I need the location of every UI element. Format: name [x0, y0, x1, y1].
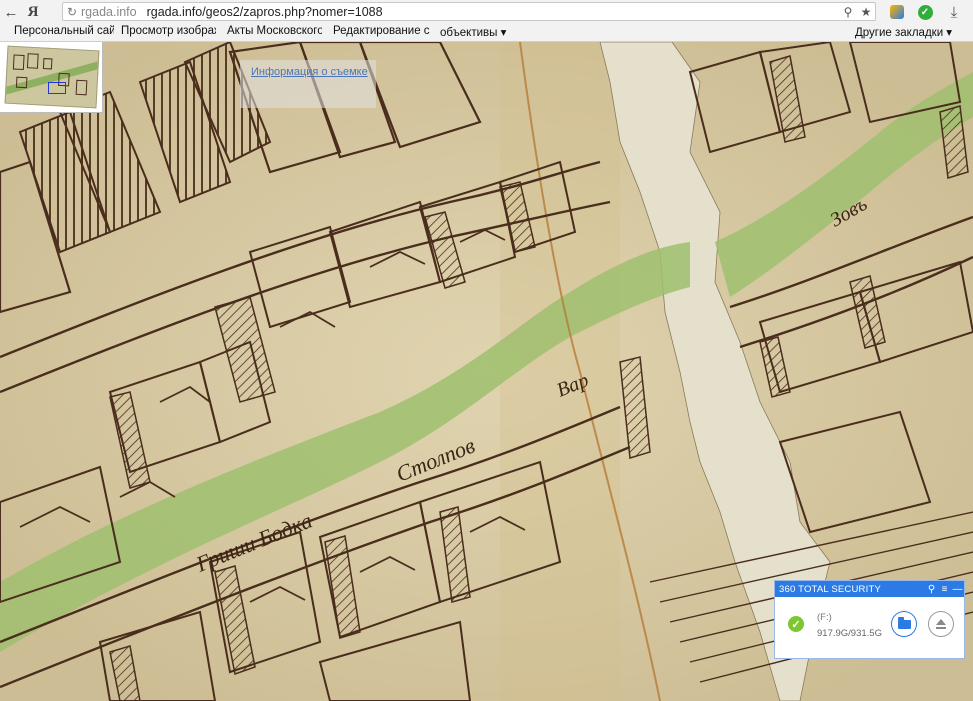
drive-row: ✓ (F:) 917.9G/931.5G — [775, 597, 964, 658]
back-button[interactable]: ← — [0, 1, 22, 23]
star-bookmark-icon[interactable]: ★ — [857, 5, 875, 19]
menu-icon[interactable]: ≡ — [938, 584, 951, 595]
bookmark-editing[interactable]: Редактирование со — [333, 25, 430, 37]
download-icon[interactable]: ⤓ — [944, 2, 964, 22]
browser-toolbar: ← Я ↻ rgada.info rgada.info/geos2/zapros… — [0, 0, 973, 24]
drive-size: 917.9G/931.5G — [817, 628, 882, 639]
open-folder-button[interactable] — [891, 611, 917, 637]
bookmark-image-view[interactable]: Просмотр изображ — [121, 25, 216, 37]
reload-icon[interactable]: ↻ — [63, 5, 81, 19]
address-url[interactable]: rgada.info/geos2/zapros.php?nomer=1088 — [147, 5, 839, 19]
viewport-frame[interactable] — [48, 82, 66, 94]
thumbnail-image — [4, 45, 100, 109]
security-popup-title: 360 TOTAL SECURITY — [779, 583, 881, 595]
minimize-icon[interactable]: — — [951, 584, 964, 595]
address-bar[interactable]: ↻ rgada.info rgada.info/geos2/zapros.php… — [62, 2, 876, 21]
info-panel: Информация о съемке — [240, 60, 376, 108]
survey-info-link[interactable]: Информация о съемке — [251, 66, 368, 78]
address-domain: rgada.info — [81, 4, 137, 19]
drive-name: (F:) — [817, 612, 832, 623]
back-arrow-icon: ← — [3, 3, 19, 21]
eject-icon — [936, 619, 946, 629]
eject-button[interactable] — [928, 611, 954, 637]
bookmark-lenses[interactable]: объективы ▾ — [440, 25, 510, 39]
security-popup: 360 TOTAL SECURITY ⚲ ≡ — ✓ (F:) 917.9G/9… — [774, 580, 965, 659]
extension-shield-icon[interactable] — [887, 2, 907, 22]
bookmarks-bar: Персональный сайт Просмотр изображ Акты … — [0, 24, 973, 42]
bookmark-moscow-acts[interactable]: Акты Московского — [227, 25, 322, 37]
search-icon[interactable]: ⚲ — [925, 584, 938, 595]
navigator-thumbnail[interactable] — [0, 42, 103, 113]
yandex-logo-icon[interactable]: Я — [22, 4, 44, 21]
folder-icon — [897, 616, 911, 629]
extension-check-icon[interactable]: ✓ — [915, 2, 935, 22]
security-popup-header: 360 TOTAL SECURITY ⚲ ≡ — — [775, 581, 964, 597]
search-icon[interactable]: ⚲ — [839, 5, 857, 19]
other-bookmarks[interactable]: Другие закладки ▾ — [855, 25, 967, 39]
bookmark-personal-site[interactable]: Персональный сайт — [14, 25, 114, 37]
drive-ok-icon: ✓ — [788, 616, 804, 632]
